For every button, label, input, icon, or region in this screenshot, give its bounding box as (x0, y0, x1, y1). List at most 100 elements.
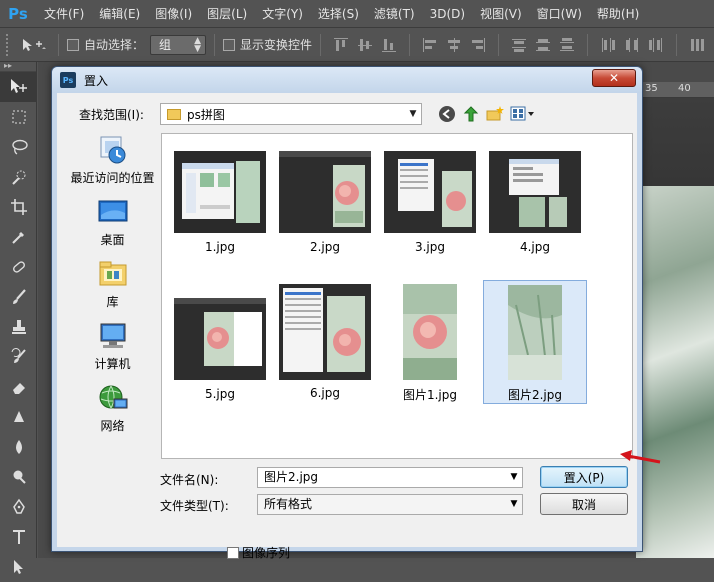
menu-3d[interactable]: 3D(D) (430, 7, 465, 21)
healing-brush-tool-icon[interactable] (0, 252, 37, 282)
move-tool-preset-icon[interactable] (20, 34, 50, 56)
file-item-selected[interactable]: 图片2.jpg (483, 280, 587, 404)
distribute-top-icon[interactable] (511, 37, 527, 53)
align-hcenter-icon[interactable] (446, 37, 462, 53)
navigation-toolbar (437, 103, 541, 125)
file-item[interactable]: 2.jpg (273, 147, 377, 271)
menu-file[interactable]: 文件(F) (44, 5, 84, 22)
file-name: 1.jpg (204, 240, 236, 254)
place-computer[interactable]: 计算机 (65, 319, 160, 377)
align-top-icon[interactable] (333, 37, 349, 53)
dropdown-arrow-icon: ▼ (510, 499, 518, 509)
view-menu-button[interactable] (509, 104, 537, 124)
move-tool-icon[interactable] (0, 72, 37, 102)
separator (676, 33, 678, 56)
photoshop-app-icon: Ps (60, 72, 76, 88)
look-in-label: 查找范围(I): (79, 108, 144, 122)
checkbox-box[interactable] (67, 38, 79, 51)
menu-select[interactable]: 选择(S) (318, 5, 359, 22)
place-recent[interactable]: 最近访问的位置 (65, 133, 160, 191)
look-in-dropdown[interactable]: ps拼图 ▼ (160, 103, 422, 125)
distribute-left-icon[interactable] (600, 37, 616, 53)
file-name: 6.jpg (309, 386, 341, 400)
recent-places-icon (97, 135, 129, 165)
place-label: 网络 (100, 419, 125, 433)
file-item[interactable]: 5.jpg (168, 294, 272, 418)
distribute-bottom-icon[interactable] (559, 37, 575, 53)
brush-tool-icon[interactable] (0, 282, 37, 312)
menu-help[interactable]: 帮助(H) (597, 5, 639, 22)
align-vcenter-icon[interactable] (357, 37, 373, 53)
menu-bar: Ps 文件(F) 编辑(E) 图像(I) 图层(L) 文字(Y) 选择(S) 滤… (0, 0, 714, 28)
close-button[interactable]: ✕ (592, 69, 636, 87)
menu-type[interactable]: 文字(Y) (262, 5, 303, 22)
separator (498, 33, 500, 56)
file-thumbnail (279, 151, 371, 233)
place-desktop[interactable]: 桌面 (65, 195, 160, 253)
clone-stamp-tool-icon[interactable] (0, 312, 37, 342)
crop-tool-icon[interactable] (0, 192, 37, 222)
new-folder-button[interactable] (485, 104, 505, 124)
file-type-dropdown[interactable]: 所有格式 ▼ (257, 494, 523, 515)
cancel-button[interactable]: 取消 (540, 493, 628, 515)
back-button[interactable] (437, 104, 457, 124)
file-name-input[interactable]: 图片2.jpg ▼ (257, 467, 523, 488)
auto-align-layers-icon[interactable] (689, 37, 705, 53)
distribute-vcenter-icon[interactable] (535, 37, 551, 53)
image-sequence-checkbox[interactable]: 图像序列 (227, 544, 290, 561)
file-item[interactable]: 图片1.jpg (378, 280, 482, 404)
menu-view[interactable]: 视图(V) (480, 5, 522, 22)
marquee-tool-icon[interactable] (0, 102, 37, 132)
checkbox-box[interactable] (223, 38, 236, 51)
auto-select-dropdown[interactable]: 组 ▲ ▼ (150, 34, 207, 55)
file-name: 2.jpg (309, 240, 341, 254)
file-item[interactable]: 1.jpg (168, 147, 272, 271)
menu-edit[interactable]: 编辑(E) (99, 5, 140, 22)
eyedropper-tool-icon[interactable] (0, 222, 37, 252)
place-network[interactable]: 网络 (65, 381, 160, 439)
menu-image[interactable]: 图像(I) (155, 5, 192, 22)
eraser-tool-icon[interactable] (0, 372, 37, 402)
dropdown-arrow-icon[interactable]: ▼ (506, 468, 522, 487)
place-libraries[interactable]: 库 (65, 257, 160, 315)
gradient-tool-icon[interactable] (0, 402, 37, 432)
file-thumbnail (384, 151, 476, 233)
file-item[interactable]: 3.jpg (378, 147, 482, 271)
history-brush-tool-icon[interactable] (0, 342, 37, 372)
dialog-titlebar[interactable]: Ps 置入 ✕ (52, 67, 642, 93)
file-name-label: 文件名(N): (160, 473, 219, 487)
pen-tool-icon[interactable] (0, 492, 37, 522)
place-label: 桌面 (100, 233, 125, 247)
place-label: 最近访问的位置 (70, 171, 155, 185)
checkbox-box[interactable] (227, 546, 239, 559)
place-dialog: Ps 置入 ✕ 查找范围(I): ps拼图 ▼ 最近访问的位置 桌面 库 计算机… (51, 66, 643, 560)
tools-panel-header[interactable]: ▸▸ (0, 62, 36, 72)
blur-tool-icon[interactable] (0, 432, 37, 462)
align-left-icon[interactable] (422, 37, 438, 53)
place-button[interactable]: 置入(P) (540, 466, 628, 488)
dodge-tool-icon[interactable] (0, 462, 37, 492)
place-button-label: 置入(P) (563, 470, 605, 485)
type-tool-icon[interactable] (0, 522, 37, 552)
options-grip[interactable] (6, 33, 12, 56)
align-right-icon[interactable] (470, 37, 486, 53)
menu-layer[interactable]: 图层(L) (207, 5, 247, 22)
file-item[interactable]: 4.jpg (483, 147, 587, 271)
menu-filter[interactable]: 滤镜(T) (374, 5, 415, 22)
up-folder-button[interactable] (461, 104, 481, 124)
red-arrow-annotation-icon (620, 450, 661, 464)
auto-select-checkbox[interactable]: 自动选择： (67, 36, 144, 53)
options-bar: 自动选择： 组 ▲ ▼ 显示变换控件 (0, 28, 714, 62)
close-icon: ✕ (608, 71, 620, 85)
align-bottom-icon[interactable] (381, 37, 397, 53)
distribute-right-icon[interactable] (648, 37, 664, 53)
quick-selection-tool-icon[interactable] (0, 162, 37, 192)
menu-window[interactable]: 窗口(W) (537, 5, 582, 22)
path-selection-tool-icon[interactable] (0, 552, 37, 582)
file-thumbnail (279, 284, 371, 380)
lasso-tool-icon[interactable] (0, 132, 37, 162)
file-item[interactable]: 6.jpg (273, 280, 377, 404)
distribute-hcenter-icon[interactable] (624, 37, 640, 53)
dialog-title: 置入 (84, 73, 109, 88)
show-transform-checkbox[interactable]: 显示变换控件 (223, 36, 312, 53)
